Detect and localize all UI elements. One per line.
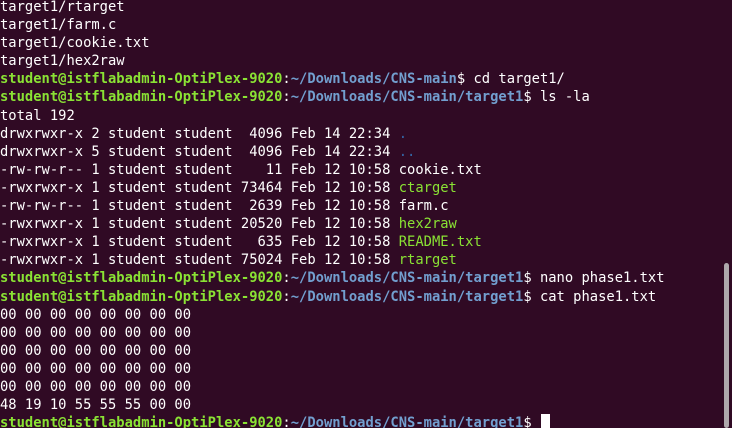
terminal-text: :	[282, 89, 291, 106]
terminal-text: 00 00 00 00 00 00 00 00	[0, 360, 192, 377]
terminal-text: target1/rtarget	[0, 0, 125, 15]
output-line: -rw-rw-r-- 1 student student 2639 Feb 12…	[0, 197, 720, 215]
output-line: drwxrwxr-x 2 student student 4096 Feb 14…	[0, 125, 720, 143]
terminal-text: $ ls -la	[523, 89, 590, 106]
executable-name: rtarget	[398, 252, 457, 269]
terminal-text: 48 19 10 55 55 55 00 00	[0, 397, 192, 414]
terminal-text: target1/hex2raw	[0, 53, 125, 70]
terminal-text: target1/farm.c	[0, 17, 117, 34]
output-line: 00 00 00 00 00 00 00 00	[0, 378, 720, 396]
terminal-text: target1/cookie.txt	[0, 35, 150, 52]
executable-name: ctarget	[398, 179, 457, 196]
prompt-path: ~/Downloads/CNS-main/target1	[290, 270, 524, 287]
text-cursor	[540, 414, 550, 428]
terminal-text: 00 00 00 00 00 00 00 00	[0, 306, 192, 323]
directory-name: ..	[398, 143, 416, 160]
terminal-text: -rwxrwxr-x 1 student student 73464 Feb 1…	[0, 179, 399, 196]
terminal-text: 00 00 00 00 00 00 00 00	[0, 324, 192, 341]
terminal-text: drwxrwxr-x 2 student student 4096 Feb 14…	[0, 125, 399, 142]
output-line: 00 00 00 00 00 00 00 00	[0, 324, 720, 342]
output-line: 00 00 00 00 00 00 00 00	[0, 360, 720, 378]
prompt-user-host: student@istflabadmin-OptiPlex-9020	[0, 288, 283, 305]
terminal-text: $ cat phase1.txt	[523, 288, 657, 305]
terminal-text: total 192	[0, 107, 75, 124]
executable-name: README.txt	[398, 234, 482, 251]
terminal-text: -rwxrwxr-x 1 student student 75024 Feb 1…	[0, 252, 399, 269]
output-line: 48 19 10 55 55 55 00 00	[0, 396, 720, 414]
output-line: target1/farm.c	[0, 16, 720, 34]
output-line: -rwxrwxr-x 1 student student 20520 Feb 1…	[0, 215, 720, 233]
terminal-text: :	[282, 288, 291, 305]
terminal-text: -rwxrwxr-x 1 student student 635 Feb 12 …	[0, 234, 399, 251]
terminal-text: 00 00 00 00 00 00 00 00	[0, 342, 192, 359]
prompt-line: student@istflabadmin-OptiPlex-9020:~/Dow…	[0, 70, 720, 88]
terminal-text: :	[282, 71, 291, 88]
terminal-text: :	[282, 415, 291, 428]
terminal-text: :	[282, 270, 291, 287]
prompt-line: student@istflabadmin-OptiPlex-9020:~/Dow…	[0, 269, 720, 287]
output-line: total 192	[0, 107, 720, 125]
prompt-path: ~/Downloads/CNS-main	[290, 71, 457, 88]
output-line: -rwxrwxr-x 1 student student 75024 Feb 1…	[0, 251, 720, 269]
terminal-scrollbar[interactable]	[724, 263, 729, 428]
terminal-text: -rw-rw-r-- 1 student student 2639 Feb 12…	[0, 198, 449, 215]
prompt-line: student@istflabadmin-OptiPlex-9020:~/Dow…	[0, 288, 720, 306]
prompt-user-host: student@istflabadmin-OptiPlex-9020	[0, 415, 283, 428]
output-line: target1/cookie.txt	[0, 34, 720, 52]
terminal-text: 00 00 00 00 00 00 00 00	[0, 378, 192, 395]
prompt-path: ~/Downloads/CNS-main/target1	[290, 89, 524, 106]
prompt-line: student@istflabadmin-OptiPlex-9020:~/Dow…	[0, 414, 720, 428]
output-line: -rwxrwxr-x 1 student student 73464 Feb 1…	[0, 179, 720, 197]
prompt-user-host: student@istflabadmin-OptiPlex-9020	[0, 89, 283, 106]
output-line: -rw-rw-r-- 1 student student 11 Feb 12 1…	[0, 161, 720, 179]
terminal-output: target1/rtarget target1/farm.c target1/coo…	[0, 0, 720, 428]
output-line: target1/rtarget	[0, 0, 720, 16]
output-line: 00 00 00 00 00 00 00 00	[0, 306, 720, 324]
terminal-text: -rwxrwxr-x 1 student student 20520 Feb 1…	[0, 216, 399, 233]
terminal-window[interactable]: target1/rtarget target1/farm.c target1/coo…	[0, 0, 732, 428]
terminal-text: $ cd target1/	[456, 71, 565, 88]
output-line: drwxrwxr-x 5 student student 4096 Feb 14…	[0, 143, 720, 161]
output-line: target1/hex2raw	[0, 52, 720, 70]
executable-name: hex2raw	[398, 216, 457, 233]
prompt-path: ~/Downloads/CNS-main/target1	[290, 415, 524, 428]
output-line: -rwxrwxr-x 1 student student 635 Feb 12 …	[0, 233, 720, 251]
directory-name: .	[398, 125, 408, 142]
prompt-line: student@istflabadmin-OptiPlex-9020:~/Dow…	[0, 88, 720, 106]
prompt-path: ~/Downloads/CNS-main/target1	[290, 288, 524, 305]
terminal-text: -rw-rw-r-- 1 student student 11 Feb 12 1…	[0, 161, 482, 178]
terminal-text: $ nano phase1.txt	[523, 270, 665, 287]
output-line: 00 00 00 00 00 00 00 00	[0, 342, 720, 360]
prompt-user-host: student@istflabadmin-OptiPlex-9020	[0, 270, 283, 287]
prompt-user-host: student@istflabadmin-OptiPlex-9020	[0, 71, 283, 88]
terminal-text: $	[523, 415, 540, 428]
terminal-text: drwxrwxr-x 5 student student 4096 Feb 14…	[0, 143, 399, 160]
